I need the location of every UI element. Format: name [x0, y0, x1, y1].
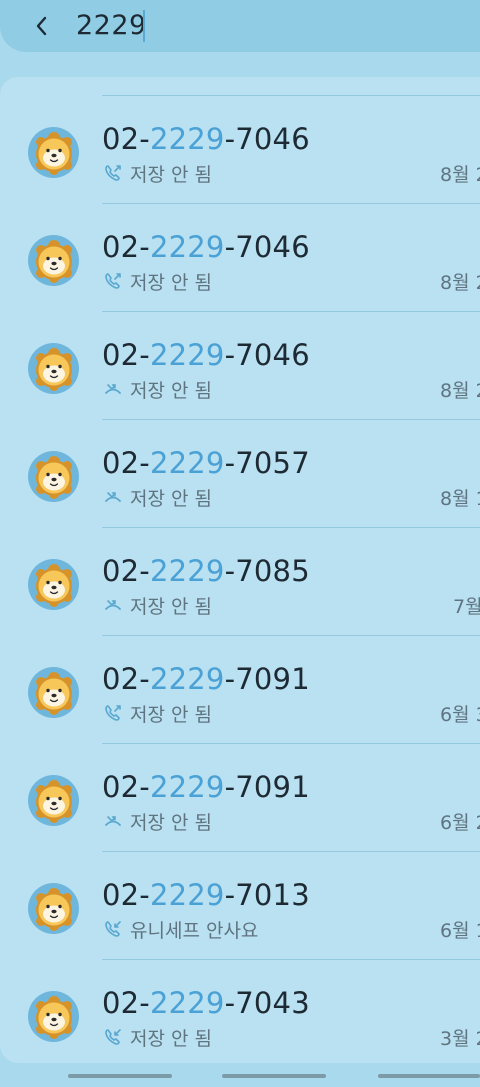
lion-avatar-icon — [36, 132, 72, 175]
call-log-item[interactable]: 02-2229-7046 저장 안 됨 8월 2 — [0, 204, 480, 312]
lion-avatar-icon — [36, 348, 72, 391]
missed-call-icon — [105, 492, 121, 502]
contact-avatar[interactable] — [28, 667, 79, 718]
contact-avatar[interactable] — [28, 235, 79, 286]
call-date: 6월 3 — [440, 704, 480, 726]
call-date: 6월 2 — [440, 812, 480, 834]
contact-avatar[interactable] — [28, 343, 79, 394]
text-cursor — [143, 10, 145, 42]
call-log-item[interactable]: 02-2229-7013 유니세프 안사요 6월 1 — [0, 852, 480, 960]
number-prefix: 02- — [102, 986, 150, 1020]
number-suffix: -7013 — [224, 878, 310, 912]
contact-status: 저장 안 됨 — [130, 812, 212, 834]
lion-avatar-icon — [36, 672, 72, 715]
phone-number: 02-2229-7046 — [102, 122, 310, 156]
contact-avatar[interactable] — [28, 883, 79, 934]
phone-number: 02-2229-7091 — [102, 662, 310, 696]
number-suffix: -7043 — [224, 986, 310, 1020]
phone-number: 02-2229-7043 — [102, 986, 310, 1020]
contact-status: 저장 안 됨 — [130, 488, 212, 510]
call-date: 8월 2 — [440, 164, 480, 186]
nav-segment[interactable] — [222, 1074, 326, 1078]
number-suffix: -7046 — [224, 338, 310, 372]
lion-avatar-icon — [36, 780, 72, 823]
contact-avatar[interactable] — [28, 559, 79, 610]
call-log-item[interactable]: 02-2229-7046 저장 안 됨 8월 2 — [0, 96, 480, 204]
call-log-item[interactable]: 02-2229-7043 저장 안 됨 3월 2 — [0, 960, 480, 1068]
call-log-item[interactable]: 02-2229-7091 저장 안 됨 6월 2 — [0, 744, 480, 852]
contact-avatar[interactable] — [28, 127, 79, 178]
missed-call-icon — [105, 816, 121, 826]
phone-number: 02-2229-7085 — [102, 554, 310, 588]
call-date: 6월 1 — [440, 920, 480, 942]
search-match: 2229 — [149, 770, 225, 804]
number-suffix: -7085 — [224, 554, 310, 588]
contact-avatar[interactable] — [28, 451, 79, 502]
call-date: 8월 2 — [440, 272, 480, 294]
search-match: 2229 — [149, 122, 225, 156]
nav-segment[interactable] — [378, 1074, 480, 1078]
phone-number: 02-2229-7046 — [102, 230, 310, 264]
search-bar[interactable]: 2229 — [0, 0, 480, 52]
number-suffix: -7046 — [224, 122, 310, 156]
phone-number: 02-2229-7091 — [102, 770, 310, 804]
contact-status: 저장 안 됨 — [130, 272, 212, 294]
lion-avatar-icon — [36, 996, 72, 1039]
contact-status: 저장 안 됨 — [130, 596, 212, 618]
outgoing-call-icon — [105, 165, 121, 181]
number-prefix: 02- — [102, 122, 150, 156]
contact-avatar[interactable] — [28, 991, 79, 1042]
missed-call-icon — [105, 600, 121, 610]
incoming-call-icon — [105, 921, 121, 937]
call-date: 7월 — [453, 596, 480, 618]
phone-number: 02-2229-7046 — [102, 338, 310, 372]
number-suffix: -7091 — [224, 662, 310, 696]
lion-avatar-icon — [36, 456, 72, 499]
search-match: 2229 — [149, 338, 225, 372]
number-suffix: -7091 — [224, 770, 310, 804]
search-input[interactable]: 2229 — [76, 8, 147, 44]
missed-call-icon — [105, 384, 121, 394]
incoming-call-icon — [105, 1029, 121, 1045]
contact-status: 저장 안 됨 — [130, 164, 212, 186]
lion-avatar-icon — [36, 240, 72, 283]
search-match: 2229 — [149, 554, 225, 588]
contact-status: 유니세프 안사요 — [130, 920, 259, 942]
search-match: 2229 — [149, 230, 225, 264]
number-prefix: 02- — [102, 230, 150, 264]
call-date: 3월 2 — [440, 1028, 480, 1050]
number-prefix: 02- — [102, 878, 150, 912]
search-match: 2229 — [149, 986, 225, 1020]
call-log-item[interactable]: 02-2229-7057 저장 안 됨 8월 1 — [0, 420, 480, 528]
number-prefix: 02- — [102, 446, 150, 480]
lion-avatar-icon — [36, 564, 72, 607]
number-prefix: 02- — [102, 338, 150, 372]
contact-status: 저장 안 됨 — [130, 704, 212, 726]
phone-number: 02-2229-7057 — [102, 446, 310, 480]
call-log-item[interactable]: 02-2229-7085 저장 안 됨 7월 — [0, 528, 480, 636]
number-prefix: 02- — [102, 662, 150, 696]
search-match: 2229 — [149, 878, 225, 912]
phone-number: 02-2229-7013 — [102, 878, 310, 912]
contact-status: 저장 안 됨 — [130, 1028, 212, 1050]
number-suffix: -7046 — [224, 230, 310, 264]
number-suffix: -7057 — [224, 446, 310, 480]
call-date: 8월 1 — [440, 488, 480, 510]
chevron-left-icon — [36, 16, 47, 36]
lion-avatar-icon — [36, 888, 72, 931]
nav-segment[interactable] — [68, 1074, 172, 1078]
search-match: 2229 — [149, 446, 225, 480]
call-log-item[interactable]: 02-2229-7091 저장 안 됨 6월 3 — [0, 636, 480, 744]
search-match: 2229 — [149, 662, 225, 696]
contact-status: 저장 안 됨 — [130, 380, 212, 402]
navigation-bar — [0, 1063, 480, 1087]
call-date: 8월 2 — [440, 380, 480, 402]
call-log-item[interactable]: 02-2229-7046 저장 안 됨 8월 2 — [0, 312, 480, 420]
number-prefix: 02- — [102, 770, 150, 804]
outgoing-call-icon — [105, 705, 121, 721]
number-prefix: 02- — [102, 554, 150, 588]
contact-avatar[interactable] — [28, 775, 79, 826]
outgoing-call-icon — [105, 273, 121, 289]
back-button[interactable] — [22, 6, 62, 46]
